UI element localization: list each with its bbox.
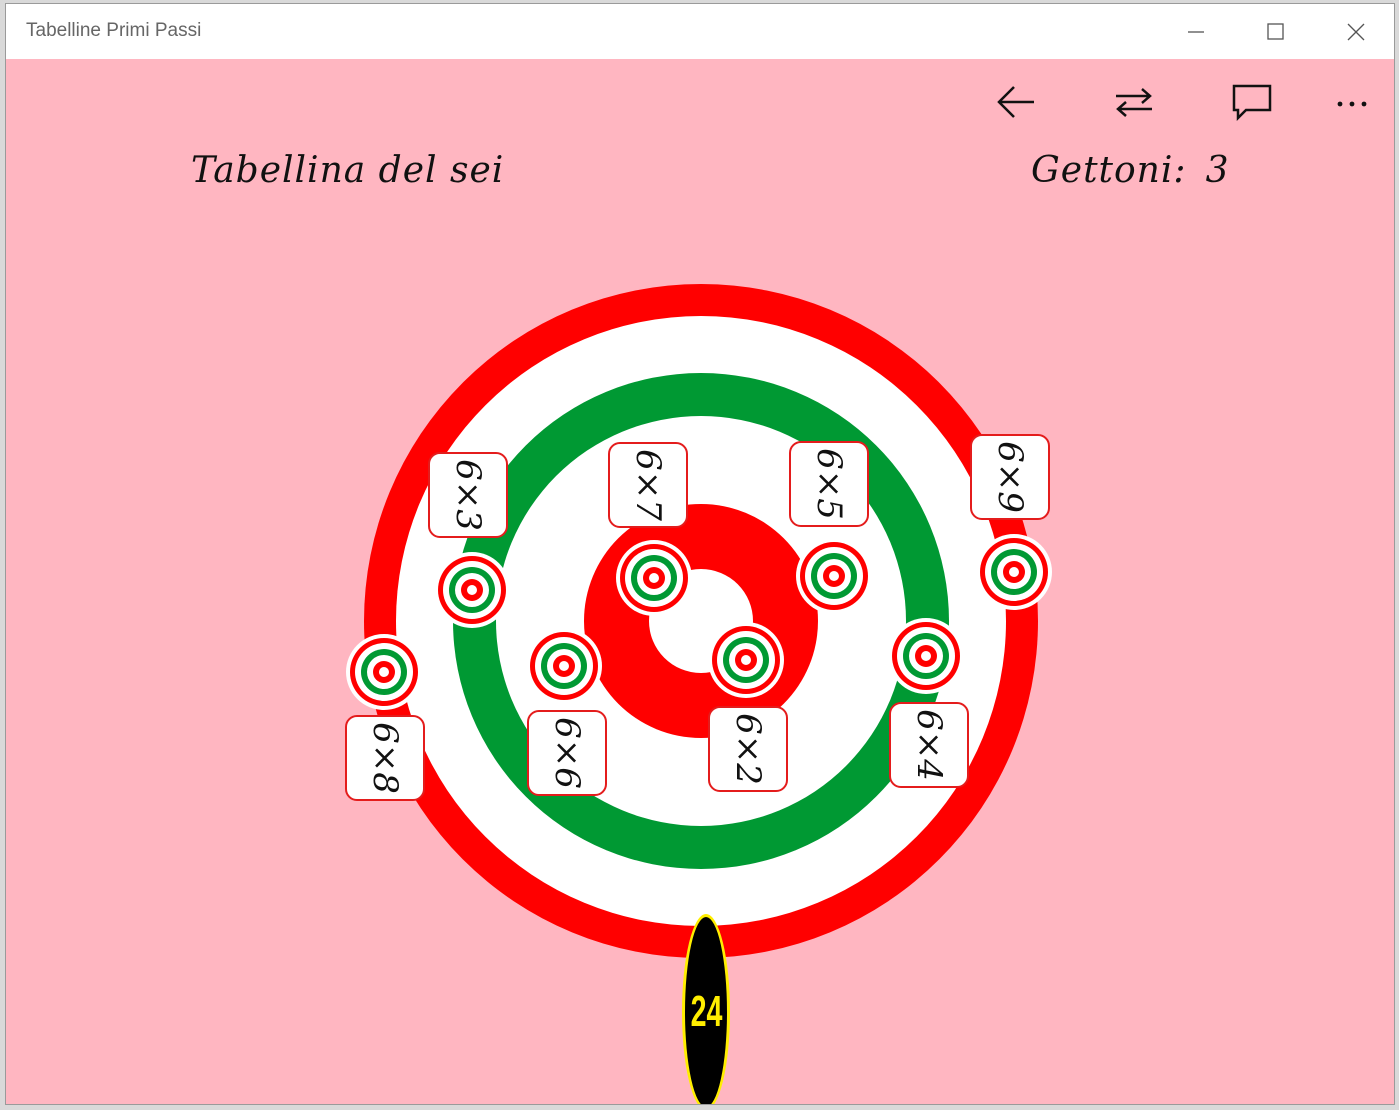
card-label: 6×2 xyxy=(727,713,768,785)
target-6x8[interactable] xyxy=(344,632,424,712)
target-6x9[interactable] xyxy=(974,532,1054,612)
answer-ball[interactable]: 24 xyxy=(682,914,730,1104)
target-6x2[interactable] xyxy=(706,620,786,700)
card-6x3[interactable]: 6×3 xyxy=(428,452,508,538)
target-6x4[interactable] xyxy=(886,616,966,696)
card-label: 6×8 xyxy=(364,722,405,794)
target-icon xyxy=(708,622,784,698)
card-6x8[interactable]: 6×8 xyxy=(345,715,425,801)
card-label: 6×9 xyxy=(989,441,1030,513)
card-label: 6×3 xyxy=(447,459,488,531)
card-6x4[interactable]: 6×4 xyxy=(889,702,969,788)
target-icon xyxy=(796,538,872,614)
target-6x3[interactable] xyxy=(432,550,512,630)
card-label: 6×6 xyxy=(546,717,587,789)
app-window: Tabelline Primi Passi Tabellina del sei … xyxy=(5,3,1395,1105)
target-6x5[interactable] xyxy=(794,536,874,616)
card-label: 6×4 xyxy=(908,709,949,781)
card-label: 6×7 xyxy=(627,449,668,521)
target-6x7[interactable] xyxy=(614,538,694,618)
target-icon xyxy=(888,618,964,694)
card-label: 6×5 xyxy=(808,448,849,520)
target-icon xyxy=(976,534,1052,610)
card-6x5[interactable]: 6×5 xyxy=(789,441,869,527)
target-icon xyxy=(616,540,692,616)
card-6x6[interactable]: 6×6 xyxy=(527,710,607,796)
card-6x2[interactable]: 6×2 xyxy=(708,706,788,792)
target-6x6[interactable] xyxy=(524,626,604,706)
target-icon xyxy=(526,628,602,704)
target-icon xyxy=(434,552,510,628)
card-6x9[interactable]: 6×9 xyxy=(970,434,1050,520)
card-6x7[interactable]: 6×7 xyxy=(608,442,688,528)
target-icon xyxy=(346,634,422,710)
answer-value: 24 xyxy=(690,987,722,1036)
